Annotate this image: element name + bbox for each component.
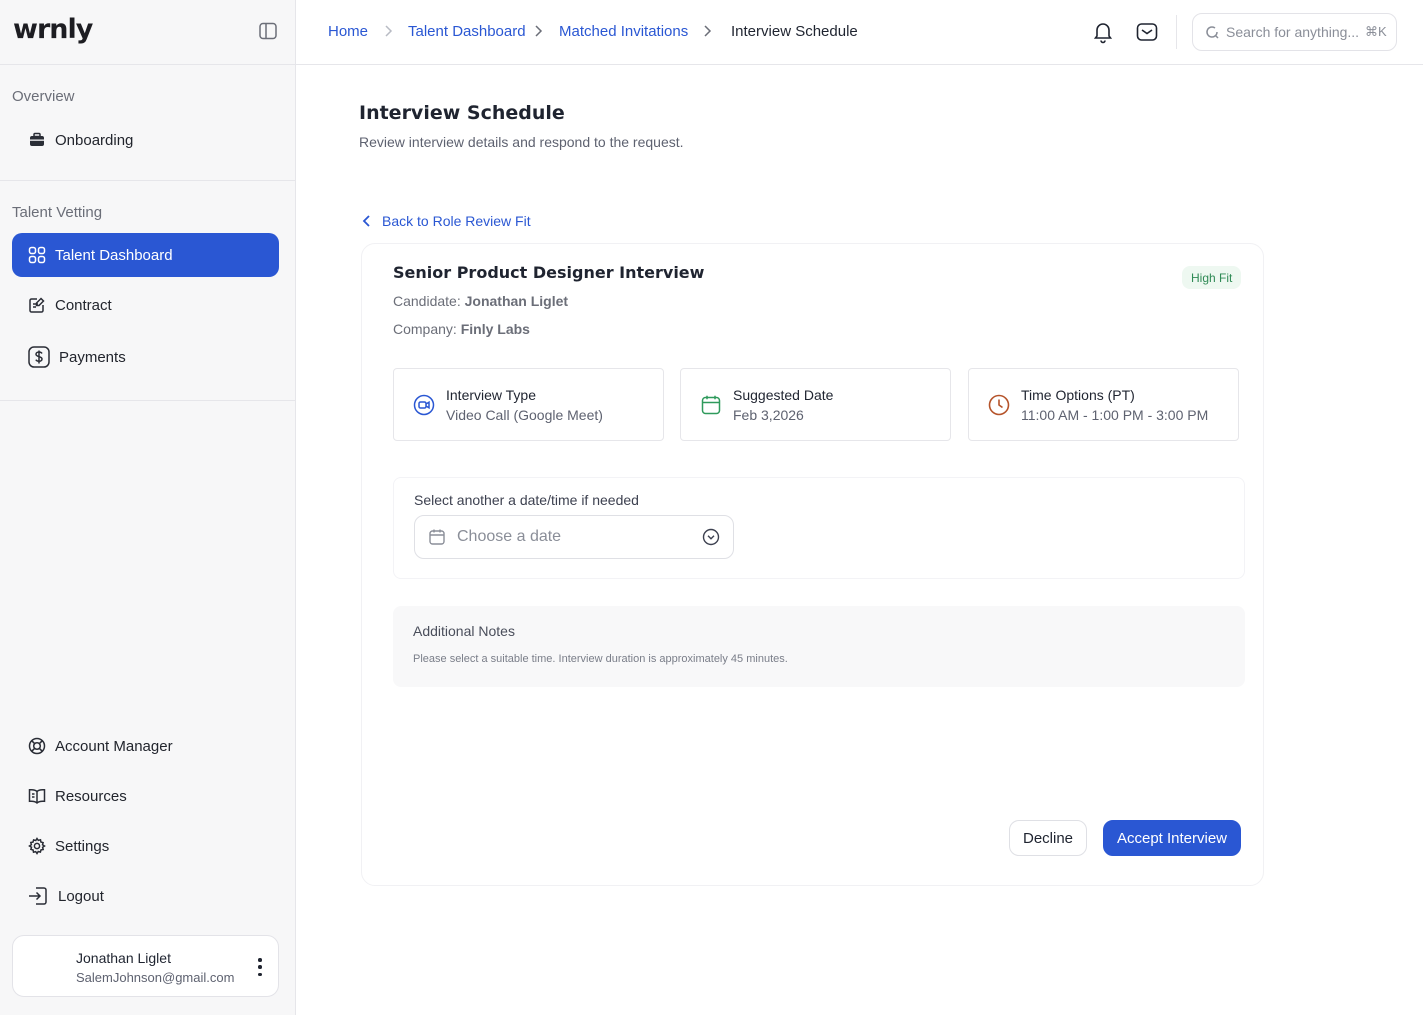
- overview-section: Overview Onboarding: [0, 65, 295, 181]
- user-card[interactable]: Jonathan Liglet SalemJohnson@gmail.com: [12, 935, 279, 997]
- sidebar-item-payments[interactable]: Payments: [12, 335, 279, 379]
- grid-icon: [27, 245, 47, 265]
- date-picker-panel: Select another a date/time if needed Cho…: [393, 477, 1245, 579]
- sidebar-item-label: Logout: [58, 887, 104, 905]
- lifebuoy-icon: [27, 736, 47, 756]
- sidebar-item-label: Account Manager: [55, 737, 173, 755]
- suggested-date-box: Suggested Date Feb 3,2026: [680, 368, 951, 441]
- header-divider: [1176, 15, 1177, 49]
- contract-icon: [27, 295, 47, 315]
- chevron-right-icon: [385, 25, 393, 37]
- logout-icon: [27, 885, 49, 907]
- company-label: Company:: [393, 321, 457, 337]
- brand-row: wrnly: [0, 0, 295, 65]
- info-label: Suggested Date: [733, 387, 834, 403]
- chevron-right-icon: [535, 25, 543, 37]
- sidebar-item-label: Talent Dashboard: [55, 246, 173, 264]
- briefcase-icon: [27, 130, 47, 150]
- sidebar-toggle-icon[interactable]: [258, 21, 278, 41]
- info-value: Feb 3,2026: [733, 407, 804, 423]
- sidebar-item-logout[interactable]: Logout: [12, 874, 279, 918]
- notes-title: Additional Notes: [413, 623, 515, 639]
- search-icon: [1206, 26, 1219, 39]
- sidebar: wrnly Overview Onboarding Talent Vetting…: [0, 0, 296, 1015]
- book-icon: [27, 786, 47, 806]
- back-link[interactable]: Back to Role Review Fit: [362, 213, 531, 229]
- search-shortcut: ⌘K: [1365, 24, 1387, 39]
- calendar-icon: [429, 529, 445, 545]
- gear-icon: [27, 836, 47, 856]
- decline-button[interactable]: Decline: [1009, 820, 1087, 856]
- talent-vetting-section: Talent Vetting Talent Dashboard Contract…: [0, 181, 295, 401]
- date-placeholder: Choose a date: [457, 528, 562, 545]
- sidebar-item-contract[interactable]: Contract: [12, 283, 279, 327]
- time-options-box: Time Options (PT) 11:00 AM - 1:00 PM - 3…: [968, 368, 1239, 441]
- breadcrumb-matched-invitations[interactable]: Matched Invitations: [559, 23, 688, 40]
- mail-icon[interactable]: [1135, 20, 1159, 44]
- sidebar-item-talent-dashboard[interactable]: Talent Dashboard: [12, 233, 279, 277]
- date-picker-label: Select another a date/time if needed: [414, 492, 639, 508]
- sidebar-item-onboarding[interactable]: Onboarding: [12, 118, 279, 162]
- user-name: Jonathan Liglet: [76, 950, 171, 966]
- back-link-label: Back to Role Review Fit: [382, 213, 531, 229]
- candidate-name: Jonathan Liglet: [464, 293, 569, 309]
- chevron-down-icon[interactable]: [702, 528, 720, 546]
- sidebar-item-label: Settings: [55, 837, 110, 855]
- chevron-right-icon: [704, 25, 712, 37]
- talent-vetting-title: Talent Vetting: [12, 204, 103, 221]
- info-value: 11:00 AM - 1:00 PM - 3:00 PM: [1021, 407, 1209, 423]
- company-name: Finly Labs: [460, 321, 530, 337]
- overview-title: Overview: [12, 88, 75, 105]
- accept-interview-button[interactable]: Accept Interview: [1103, 820, 1241, 856]
- calendar-icon: [701, 395, 721, 415]
- sidebar-item-label: Payments: [59, 348, 126, 366]
- clock-icon: [988, 394, 1010, 416]
- info-label: Time Options (PT): [1021, 387, 1135, 403]
- video-icon: [413, 394, 435, 416]
- breadcrumb-talent-dashboard[interactable]: Talent Dashboard: [408, 23, 526, 40]
- sidebar-item-resources[interactable]: Resources: [12, 774, 279, 818]
- breadcrumb-home[interactable]: Home: [328, 23, 368, 40]
- info-value: Video Call (Google Meet): [446, 407, 603, 423]
- page-subtitle: Review interview details and respond to …: [359, 134, 684, 150]
- date-picker-input[interactable]: Choose a date: [414, 515, 734, 559]
- sidebar-item-account-manager[interactable]: Account Manager: [12, 724, 279, 768]
- bell-icon[interactable]: [1091, 20, 1115, 44]
- page-title: Interview Schedule: [359, 102, 565, 124]
- sidebar-item-label: Contract: [55, 296, 112, 314]
- user-email: SalemJohnson@gmail.com: [76, 970, 235, 985]
- additional-notes: Additional Notes Please select a suitabl…: [393, 606, 1245, 687]
- sidebar-item-label: Onboarding: [55, 131, 134, 149]
- candidate-label: Candidate:: [393, 293, 461, 309]
- logo: wrnly: [13, 14, 93, 45]
- top-bar: Home Talent Dashboard Matched Invitation…: [296, 0, 1423, 65]
- breadcrumb-current: Interview Schedule: [731, 23, 858, 40]
- dollar-icon: [27, 345, 51, 369]
- search-input[interactable]: [1226, 24, 1361, 40]
- company-line: Company: Finly Labs: [393, 321, 530, 337]
- search-box[interactable]: ⌘K: [1192, 13, 1397, 51]
- sidebar-item-label: Resources: [55, 787, 127, 805]
- interview-card: Senior Product Designer Interview High F…: [361, 243, 1264, 886]
- info-label: Interview Type: [446, 387, 537, 403]
- sidebar-item-settings[interactable]: Settings: [12, 824, 279, 868]
- more-options-icon[interactable]: [256, 956, 264, 978]
- interview-type-box: Interview Type Video Call (Google Meet): [393, 368, 664, 441]
- chevron-left-icon: [362, 215, 370, 227]
- notes-body: Please select a suitable time. Interview…: [413, 653, 788, 665]
- fit-badge: High Fit: [1182, 266, 1242, 289]
- candidate-line: Candidate: Jonathan Liglet: [393, 293, 568, 309]
- interview-title: Senior Product Designer Interview: [393, 263, 705, 282]
